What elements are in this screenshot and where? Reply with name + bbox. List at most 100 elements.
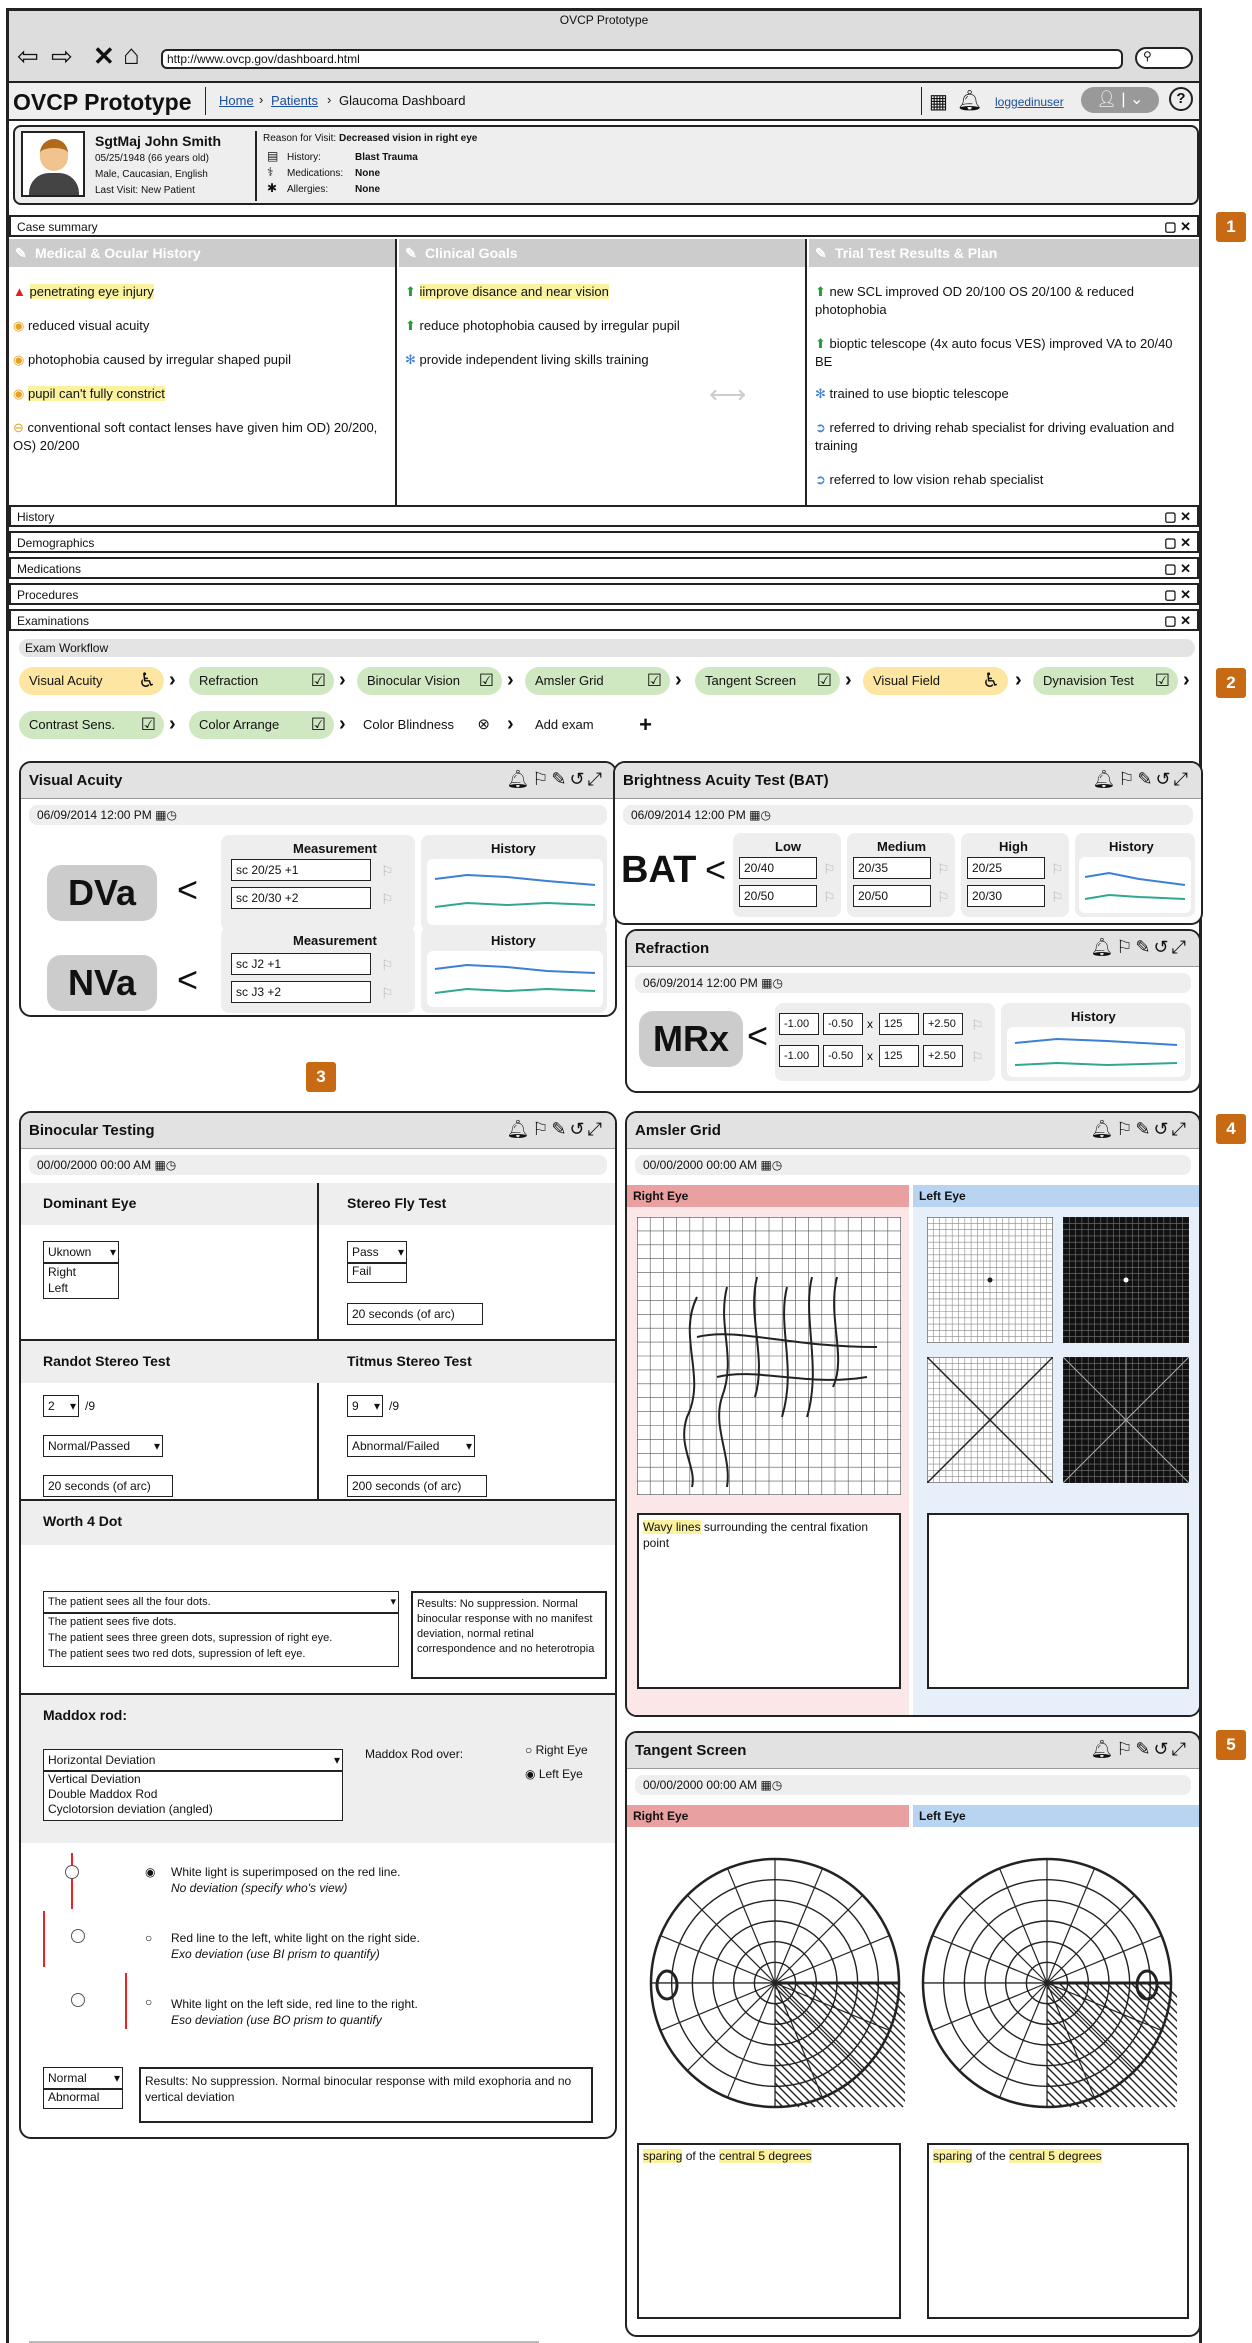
stereo-fly-select[interactable]: Pass ▾ [347, 1241, 407, 1263]
panel-toolbar-icons[interactable]: 🔔︎⚐✎↺⤢ [1090, 937, 1189, 958]
chip-refraction[interactable]: Refraction ☑ [189, 667, 334, 695]
low-header: Low [775, 839, 801, 854]
medications-bar[interactable]: Medications ▢ ✕ [9, 557, 1199, 579]
breadcrumb-home[interactable]: Home [219, 93, 254, 108]
dva-measurement-2[interactable]: sc 20/30 +2 [231, 887, 371, 909]
url-input[interactable]: http://www.ovcp.gov/dashboard.html [161, 49, 1123, 69]
bat-low-1[interactable]: 20/40 [739, 857, 817, 879]
titmus-seconds[interactable]: 200 seconds (of arc) [347, 1475, 487, 1497]
history-bar[interactable]: History ▢ ✕ [9, 505, 1199, 527]
chip-tangent-screen[interactable]: Tangent Screen ☑ [695, 667, 840, 695]
case-summary-bar[interactable]: Case summary ▢ ✕ [9, 215, 1199, 237]
user-menu-button[interactable]: 👤︎ | ⌄ [1081, 87, 1159, 113]
amsler-right-note[interactable]: Wavy lines surrounding the central fixat… [637, 1513, 901, 1689]
worth-options[interactable]: The patient sees five dots. The patient s… [43, 1613, 399, 1667]
back-icon[interactable]: ⇦ [17, 41, 39, 72]
chip-dynavision-test[interactable]: Dynavision Test ☑ [1033, 667, 1178, 695]
panel-toolbar-icons[interactable]: 🔔︎⚐✎↺⤢ [1090, 1119, 1189, 1140]
randot-count-select[interactable]: 2 ▾ [43, 1395, 79, 1417]
amsler-left-note[interactable] [927, 1513, 1189, 1689]
pencil-icon[interactable]: ✎ [405, 239, 417, 267]
help-icon[interactable]: ? [1169, 87, 1193, 111]
stereo-fly-seconds[interactable]: 20 seconds (of arc) [347, 1303, 483, 1325]
date-field[interactable]: 06/09/2014 12:00 PM ▦◷ [29, 805, 607, 825]
maddox-normal-select[interactable]: Normal ▾ [43, 2067, 123, 2089]
axis-od[interactable]: 125 [879, 1013, 919, 1035]
bat-medium-1[interactable]: 20/35 [853, 857, 931, 879]
randot-result-select[interactable]: Normal/Passed ▾ [43, 1435, 163, 1457]
nva-measurement-2[interactable]: sc J3 +2 [231, 981, 371, 1003]
breadcrumb-patients[interactable]: Patients [271, 93, 318, 108]
user-link[interactable]: loggedinuser [995, 95, 1064, 109]
chip-visual-acuity[interactable]: Visual Acuity ♿︎ [19, 667, 164, 695]
chip-visual-field[interactable]: Visual Field ♿︎ [863, 667, 1008, 695]
date-field[interactable]: 06/09/2014 12:00 PM ▦◷ [635, 973, 1191, 993]
forward-icon[interactable]: ⇨ [51, 41, 73, 72]
maddox-abnormal-option[interactable]: Abnormal [43, 2089, 123, 2109]
titmus-count-select[interactable]: 9 ▾ [347, 1395, 383, 1417]
window-controls[interactable]: ▢ ✕ [1164, 218, 1191, 236]
window-controls[interactable]: ▢ ✕ [1164, 560, 1191, 578]
bell-icon[interactable]: 🔔︎ [957, 88, 982, 113]
dominant-eye-select[interactable]: Uknown ▾ [43, 1241, 119, 1263]
procedures-bar[interactable]: Procedures ▢ ✕ [9, 583, 1199, 605]
panel-toolbar-icons[interactable]: 🔔︎⚐✎↺⤢ [1092, 769, 1191, 790]
add-os[interactable]: +2.50 [923, 1045, 963, 1067]
bat-low-2[interactable]: 20/50 [739, 885, 817, 907]
bat-medium-2[interactable]: 20/50 [853, 885, 931, 907]
radio-left-eye[interactable]: ◉ Left Eye [525, 1767, 583, 1781]
panel-toolbar-icons[interactable]: 🔔︎⚐✎↺⤢ [506, 1119, 605, 1140]
worth-result[interactable]: Results: No suppression. Normal binocula… [411, 1591, 607, 1679]
chip-binocular-vision[interactable]: Binocular Vision ☑ [357, 667, 502, 695]
home-icon[interactable]: ⌂ [123, 39, 140, 71]
date-field[interactable]: 00/00/2000 00:00 AM ▦◷ [635, 1775, 1191, 1795]
window-controls[interactable]: ▢ ✕ [1164, 534, 1191, 552]
axis-os[interactable]: 125 [879, 1045, 919, 1067]
date-field[interactable]: 00/00/2000 00:00 AM ▦◷ [635, 1155, 1191, 1175]
maddox-result[interactable]: Results: No suppression. Normal binocula… [139, 2067, 593, 2123]
arrow-right-icon: ➲ [815, 472, 826, 487]
examinations-bar[interactable]: Examinations ▢ ✕ [9, 609, 1199, 631]
add-od[interactable]: +2.50 [923, 1013, 963, 1035]
chip-amsler-grid[interactable]: Amsler Grid ☑ [525, 667, 670, 695]
tangent-right-note[interactable]: sparing of the central 5 degrees [637, 2143, 901, 2319]
flag-icon: ⚐ [823, 889, 836, 905]
chip-color-blindness[interactable]: Color Blindness ⊗ [353, 711, 498, 739]
window-controls[interactable]: ▢ ✕ [1164, 612, 1191, 630]
sphere-od[interactable]: -1.00 [779, 1013, 819, 1035]
stop-icon[interactable]: ✕ [93, 41, 115, 72]
dva-measurement-1[interactable]: sc 20/25 +1 [231, 859, 371, 881]
maddox-options[interactable]: Vertical Deviation Double Maddox Rod Cyclo… [43, 1771, 343, 1821]
radio-option-2[interactable]: ○ [145, 1931, 152, 1945]
panel-toolbar-icons[interactable]: 🔔︎⚐✎↺⤢ [1090, 1739, 1189, 1760]
demographics-bar[interactable]: Demographics ▢ ✕ [9, 531, 1199, 553]
maddox-select[interactable]: Horizontal Deviation ▾ [43, 1749, 343, 1771]
cylinder-od[interactable]: -0.50 [823, 1013, 863, 1035]
tangent-left-note[interactable]: sparing of the central 5 degrees [927, 2143, 1189, 2319]
browser-search-input[interactable]: ⚲ [1135, 47, 1193, 69]
randot-seconds[interactable]: 20 seconds (of arc) [43, 1475, 173, 1497]
bat-high-2[interactable]: 20/30 [967, 885, 1045, 907]
pencil-icon[interactable]: ✎ [15, 239, 27, 267]
titmus-result-select[interactable]: Abnormal/Failed ▾ [347, 1435, 475, 1457]
bat-high-1[interactable]: 20/25 [967, 857, 1045, 879]
calendar-icon[interactable]: ▦ [929, 89, 948, 114]
date-field[interactable]: 00/00/2000 00:00 AM ▦◷ [29, 1155, 607, 1175]
chip-contrast-sens[interactable]: Contrast Sens. ☑ [19, 711, 164, 739]
radio-option-1[interactable]: ◉ [145, 1865, 155, 1879]
window-controls[interactable]: ▢ ✕ [1164, 586, 1191, 604]
sphere-os[interactable]: -1.00 [779, 1045, 819, 1067]
panel-toolbar-icons[interactable]: 🔔︎⚐✎↺⤢ [506, 769, 605, 790]
radio-right-eye[interactable]: ○ Right Eye [525, 1743, 588, 1757]
pencil-icon[interactable]: ✎ [815, 239, 827, 267]
window-controls[interactable]: ▢ ✕ [1164, 508, 1191, 526]
dominant-eye-options[interactable]: Right Left [43, 1263, 119, 1299]
add-exam-button[interactable]: Add exam + [525, 711, 670, 739]
chip-color-arrange[interactable]: Color Arrange ☑ [189, 711, 334, 739]
cylinder-os[interactable]: -0.50 [823, 1045, 863, 1067]
stereo-fly-options[interactable]: Fail [347, 1263, 407, 1283]
radio-option-3[interactable]: ○ [145, 1995, 152, 2009]
date-field[interactable]: 06/09/2014 12:00 PM ▦◷ [623, 805, 1193, 825]
nva-measurement-1[interactable]: sc J2 +1 [231, 953, 371, 975]
worth-select[interactable]: The patient sees all the four dots. ▾ [43, 1591, 399, 1613]
